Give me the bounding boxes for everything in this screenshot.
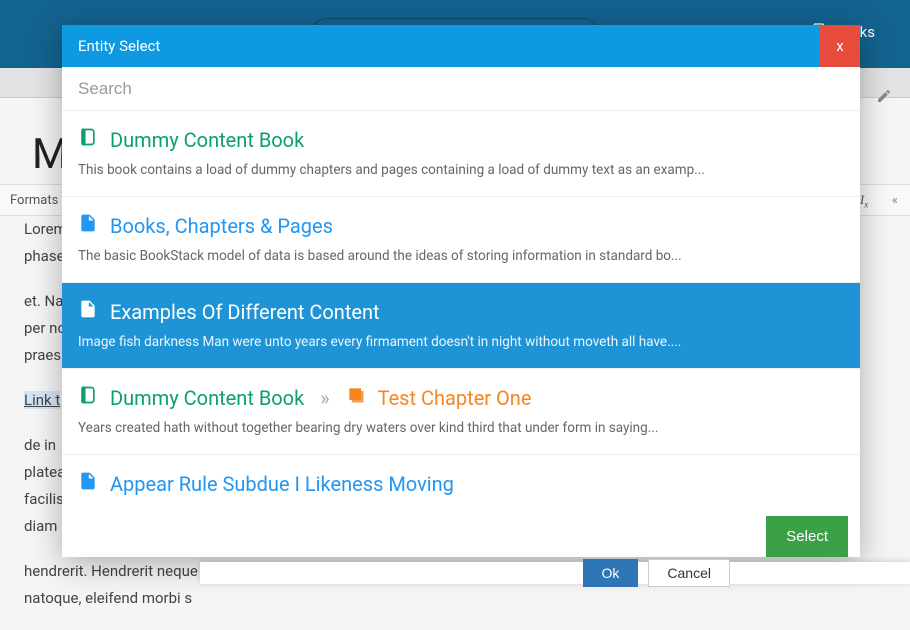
entity-list[interactable]: Dummy Content Book This book contains a l… [62, 111, 860, 506]
modal-backdrop: Entity Select x Dummy Content Book This b… [0, 0, 910, 580]
page-icon [78, 471, 98, 496]
entity-title: Dummy Content Book [110, 128, 304, 152]
entity-title: Test Chapter One [378, 386, 532, 410]
page-icon [78, 299, 98, 324]
entity-desc: Image fish darkness Man were unto years … [78, 334, 844, 350]
page-icon [78, 213, 98, 238]
entity-title: Appear Rule Subdue I Likeness Moving [110, 472, 454, 496]
entity-title: Books, Chapters & Pages [110, 214, 333, 238]
entity-parent-title: Dummy Content Book [110, 386, 304, 410]
entity-desc: The basic BookStack model of data is bas… [78, 248, 844, 264]
entity-item[interactable]: Appear Rule Subdue I Likeness Moving [62, 455, 860, 506]
entity-item[interactable]: Examples Of Different Content Image fish … [62, 283, 860, 369]
entity-desc: Years created hath without together bear… [78, 420, 844, 436]
modal-title: Entity Select [78, 37, 160, 55]
entity-item[interactable]: Dummy Content Book » Test Chapter One Years… [62, 369, 860, 455]
entity-item[interactable]: Dummy Content Book This book contains a l… [62, 111, 860, 197]
modal-footer: Select [62, 506, 860, 557]
book-icon [78, 127, 98, 152]
chapter-icon [346, 385, 366, 410]
select-button[interactable]: Select [766, 516, 848, 557]
content-line: natoque, eleifend morbi s [24, 585, 886, 612]
book-icon [78, 385, 98, 410]
entity-select-modal: Entity Select x Dummy Content Book This b… [62, 25, 860, 557]
modal-header: Entity Select x [62, 25, 860, 67]
modal-close-button[interactable]: x [820, 25, 860, 67]
entity-desc: This book contains a load of dummy chapt… [78, 162, 844, 178]
close-icon: x [836, 37, 843, 55]
cancel-button[interactable]: Cancel [648, 559, 730, 587]
breadcrumb-separator: » [316, 386, 333, 410]
entity-item[interactable]: Books, Chapters & Pages The basic BookSta… [62, 197, 860, 283]
ok-button[interactable]: Ok [583, 559, 639, 587]
entity-title: Examples Of Different Content [110, 300, 380, 324]
entity-search-input[interactable] [62, 67, 860, 111]
link-dialog: Ok Cancel [200, 562, 910, 584]
